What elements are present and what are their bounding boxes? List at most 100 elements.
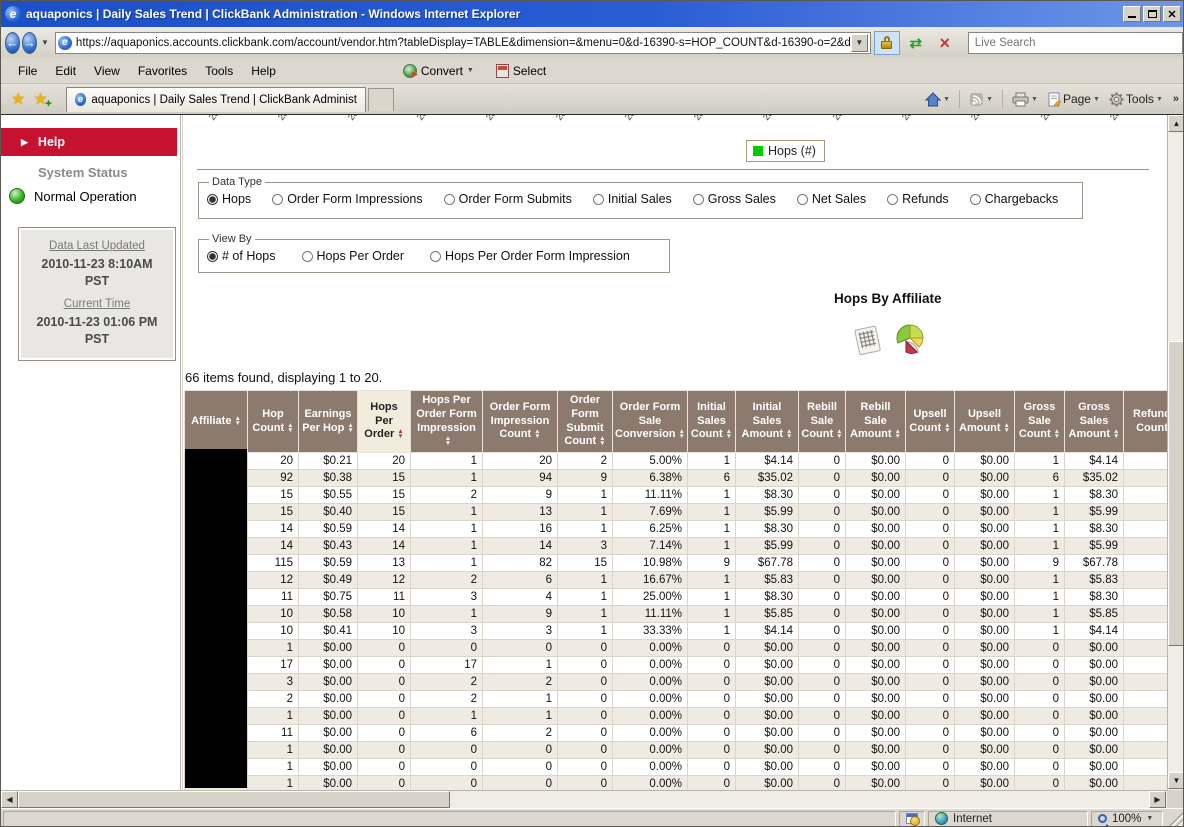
sort-arrows-icon[interactable]: ▲▼ xyxy=(1113,429,1119,439)
toolbar-overflow-icon[interactable]: » xyxy=(1173,93,1179,105)
radio-input[interactable] xyxy=(693,194,704,205)
close-button[interactable]: ✕ xyxy=(1163,6,1181,22)
tools-button[interactable]: Tools ▼ xyxy=(1106,90,1166,109)
pie-chart-view-icon[interactable] xyxy=(893,323,930,357)
sort-arrows-icon[interactable]: ▲▼ xyxy=(679,429,685,439)
column-header-affiliate[interactable]: Affiliate▲▼ xyxy=(185,391,248,453)
radio-input[interactable] xyxy=(970,194,981,205)
live-search-box[interactable] xyxy=(968,32,1183,54)
radio-option-gross-sales[interactable]: Gross Sales xyxy=(693,192,776,206)
sort-arrows-icon[interactable]: ▲▼ xyxy=(836,429,842,439)
radio-input[interactable] xyxy=(207,194,218,205)
stop-button[interactable]: × xyxy=(932,31,958,55)
vertical-scrollbar[interactable]: ▲ ▼ xyxy=(1167,115,1184,790)
column-header-upsell-count[interactable]: Upsell Count▲▼ xyxy=(906,391,955,453)
radio-input[interactable] xyxy=(430,251,441,262)
column-header-rebill-sale-count[interactable]: Rebill Sale Count▲▼ xyxy=(799,391,846,453)
horizontal-scroll-thumb[interactable] xyxy=(18,791,450,808)
print-dropdown-icon[interactable]: ▼ xyxy=(1031,96,1038,103)
radio-option-initial-sales[interactable]: Initial Sales xyxy=(593,192,672,206)
zoom-pane[interactable]: 100% ▼ xyxy=(1091,811,1163,827)
sort-arrows-icon[interactable]: ▲▼ xyxy=(895,429,901,439)
menu-file[interactable]: File xyxy=(9,61,46,81)
column-header-order-form-sale-conversion[interactable]: Order Form Sale Conversion▲▼ xyxy=(613,391,688,453)
menu-help[interactable]: Help xyxy=(242,61,285,81)
forward-button[interactable]: → xyxy=(22,32,37,54)
column-header-hops-per-order-form-impression[interactable]: Hops Per Order Form Impression▲▼ xyxy=(411,391,483,453)
new-tab-stub[interactable] xyxy=(368,88,394,111)
radio-input[interactable] xyxy=(444,194,455,205)
menu-favorites[interactable]: Favorites xyxy=(129,61,196,81)
radio-option-hops-per-order[interactable]: Hops Per Order xyxy=(302,249,405,263)
column-header-rebill-sale-amount[interactable]: Rebill Sale Amount▲▼ xyxy=(846,391,906,453)
sort-arrows-icon[interactable]: ▲▼ xyxy=(534,429,540,439)
radio-input[interactable] xyxy=(302,251,313,262)
menu-edit[interactable]: Edit xyxy=(46,61,85,81)
sort-arrows-icon[interactable]: ▲▼ xyxy=(287,423,293,433)
sort-arrows-icon[interactable]: ▲▼ xyxy=(1054,429,1060,439)
vertical-scroll-thumb[interactable] xyxy=(1168,341,1184,646)
column-header-order-form-impression-count[interactable]: Order Form Impression Count▲▼ xyxy=(483,391,558,453)
horizontal-scrollbar[interactable]: ◀ ▶ xyxy=(1,790,1167,808)
favorites-center-icon[interactable]: ★ xyxy=(11,89,25,109)
data-last-updated-link[interactable]: Data Last Updated xyxy=(23,240,171,252)
feeds-button[interactable]: ▼ xyxy=(966,90,996,109)
radio-input[interactable] xyxy=(593,194,604,205)
sort-arrows-icon[interactable]: ▲▼ xyxy=(944,423,950,433)
page-button[interactable]: Page ▼ xyxy=(1044,90,1103,109)
back-button[interactable]: ← xyxy=(5,32,20,54)
browser-tab[interactable]: e aquaponics | Daily Sales Trend | Click… xyxy=(66,87,366,112)
radio-input[interactable] xyxy=(272,194,283,205)
select-button[interactable]: Select xyxy=(496,64,546,78)
url-text[interactable]: https://aquaponics.accounts.clickbank.co… xyxy=(76,37,851,49)
radio-option-order-form-impressions[interactable]: Order Form Impressions xyxy=(272,192,422,206)
radio-input[interactable] xyxy=(887,194,898,205)
zoom-dropdown-icon[interactable]: ▼ xyxy=(1146,815,1153,822)
home-button[interactable]: ▼ xyxy=(922,90,953,109)
maximize-button[interactable] xyxy=(1143,6,1161,22)
sort-arrows-icon[interactable]: ▲▼ xyxy=(445,436,451,446)
scroll-right-button[interactable]: ▶ xyxy=(1149,791,1166,808)
home-dropdown-icon[interactable]: ▼ xyxy=(943,96,950,103)
current-time-link[interactable]: Current Time xyxy=(23,298,171,310)
sort-arrows-icon[interactable]: ▲▼ xyxy=(726,429,732,439)
column-header-gross-sale-count[interactable]: Gross Sale Count▲▼ xyxy=(1015,391,1065,453)
column-header-initial-sales-amount[interactable]: Initial Sales Amount▲▼ xyxy=(736,391,799,453)
radio-option-order-form-submits[interactable]: Order Form Submits xyxy=(444,192,572,206)
column-header-hop-count[interactable]: Hop Count▲▼ xyxy=(248,391,299,453)
scroll-down-button[interactable]: ▼ xyxy=(1168,772,1184,789)
menu-tools[interactable]: Tools xyxy=(196,61,242,81)
security-lock-button[interactable] xyxy=(874,31,900,55)
sort-arrows-icon[interactable]: ▲▼ xyxy=(786,429,792,439)
sidebar-item-help[interactable]: ▶ Help xyxy=(1,128,177,156)
print-button[interactable]: ▼ xyxy=(1009,90,1041,109)
convert-button[interactable]: Convert ▼ xyxy=(403,64,474,78)
refresh-button[interactable]: ⇄ xyxy=(903,31,929,55)
scroll-up-button[interactable]: ▲ xyxy=(1168,115,1184,132)
radio-option--of-hops[interactable]: # of Hops xyxy=(207,249,276,263)
search-input[interactable] xyxy=(975,37,1176,49)
radio-input[interactable] xyxy=(207,251,218,262)
feeds-dropdown-icon[interactable]: ▼ xyxy=(986,96,993,103)
column-header-upsell-amount[interactable]: Upsell Amount▲▼ xyxy=(955,391,1015,453)
scroll-left-button[interactable]: ◀ xyxy=(1,791,18,808)
radio-option-hops[interactable]: Hops xyxy=(207,192,251,206)
column-header-earnings-per-hop[interactable]: Earnings Per Hop▲▼ xyxy=(299,391,358,453)
radio-option-refunds[interactable]: Refunds xyxy=(887,192,949,206)
sort-arrows-icon[interactable]: ▲▼ xyxy=(397,429,403,439)
add-favorite-icon[interactable]: ★ xyxy=(33,89,47,109)
history-dropdown[interactable]: ▼ xyxy=(41,38,49,47)
sort-arrows-icon[interactable]: ▲▼ xyxy=(599,436,605,446)
address-bar[interactable]: e https://aquaponics.accounts.clickbank.… xyxy=(55,32,871,54)
convert-dropdown-icon[interactable]: ▼ xyxy=(467,67,474,74)
sort-arrows-icon[interactable]: ▲▼ xyxy=(234,416,240,426)
tools-dropdown-icon[interactable]: ▼ xyxy=(1156,96,1163,103)
sort-arrows-icon[interactable]: ▲▼ xyxy=(347,423,353,433)
menu-view[interactable]: View xyxy=(85,61,129,81)
minimize-button[interactable] xyxy=(1123,6,1141,22)
page-dropdown-icon[interactable]: ▼ xyxy=(1093,96,1100,103)
column-header-hops-per-order[interactable]: Hops Per Order▲▼ xyxy=(358,391,411,453)
column-header-gross-sales-amount[interactable]: Gross Sales Amount▲▼ xyxy=(1065,391,1124,453)
radio-option-net-sales[interactable]: Net Sales xyxy=(797,192,866,206)
table-view-icon[interactable] xyxy=(851,324,884,357)
